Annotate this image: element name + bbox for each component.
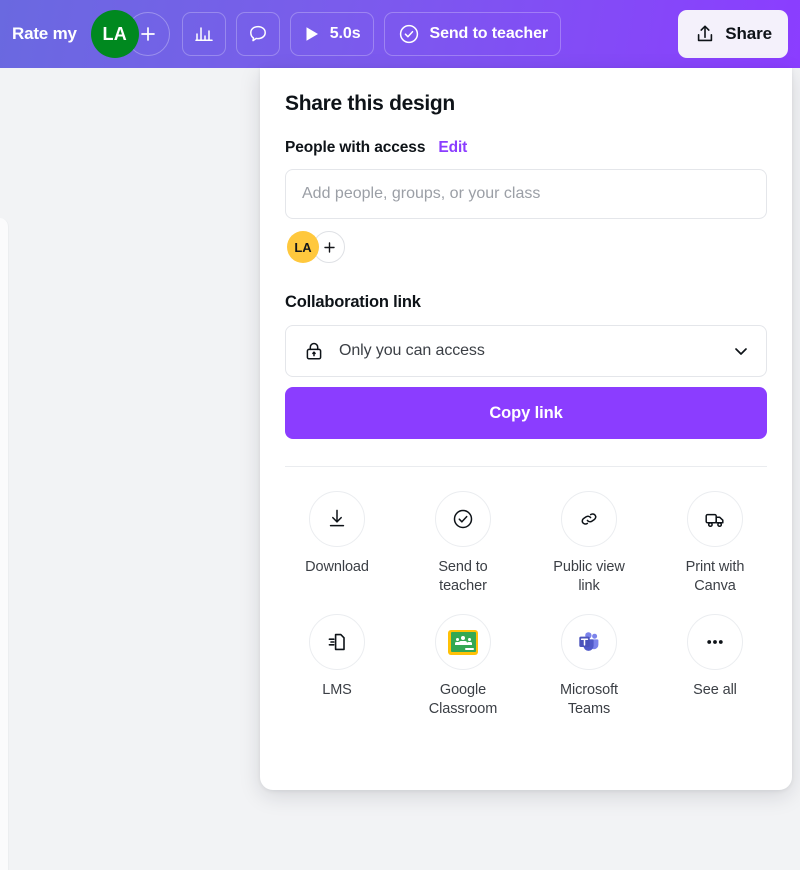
action-icon-circle: [309, 614, 365, 671]
action-icon-circle: [561, 614, 617, 671]
action-icon-circle: [687, 614, 743, 671]
action-icon-circle: [435, 491, 491, 547]
stats-button[interactable]: [181, 12, 226, 56]
microsoft-teams-icon: [579, 632, 599, 652]
share-dialog: Share this design People with access Edi…: [260, 68, 792, 790]
action-download[interactable]: Download: [274, 491, 400, 596]
edit-access-link[interactable]: Edit: [438, 139, 467, 157]
google-classroom-icon: [448, 629, 478, 655]
access-level-dropdown[interactable]: Only you can access: [285, 325, 767, 377]
plus-icon: [323, 241, 335, 253]
share-button-label: Share: [725, 24, 772, 43]
action-google-classroom[interactable]: Google Classroom: [400, 614, 526, 719]
send-to-teacher-label: Send to teacher: [429, 25, 549, 42]
share-actions-grid: Download Send to teacher Public view lin…: [260, 467, 792, 720]
design-title[interactable]: Rate my: [10, 24, 77, 44]
action-public-view-link[interactable]: Public view link: [526, 491, 652, 596]
action-label: Public view link: [553, 559, 625, 595]
top-toolbar: Rate my LA 5.0s Send to teacher Share: [0, 0, 800, 68]
download-icon: [329, 509, 345, 527]
action-label: Send to teacher: [438, 559, 488, 595]
comments-button[interactable]: [235, 12, 280, 56]
people-with-access-header: People with access Edit: [285, 139, 767, 157]
action-send-to-teacher[interactable]: Send to teacher: [400, 491, 526, 596]
check-circle-icon: [453, 509, 473, 529]
action-label: Microsoft Teams: [560, 682, 618, 718]
action-icon-circle: [309, 491, 365, 547]
add-people-input[interactable]: [285, 169, 767, 219]
action-microsoft-teams[interactable]: Microsoft Teams: [526, 614, 652, 719]
action-lms[interactable]: LMS: [274, 614, 400, 719]
people-with-access-avatars: LA: [285, 231, 767, 263]
link-chain-icon: [581, 513, 597, 525]
send-to-teacher-button[interactable]: Send to teacher: [383, 12, 562, 56]
action-icon-circle: [561, 491, 617, 547]
action-icon-circle: [435, 614, 491, 671]
people-with-access-label: People with access: [285, 139, 426, 156]
check-circle-icon: [399, 24, 418, 44]
collaboration-link-label: Collaboration link: [285, 293, 421, 311]
action-icon-circle: [687, 491, 743, 547]
dialog-title: Share this design: [285, 92, 455, 115]
share-dialog-body: Share this design People with access Edi…: [260, 68, 792, 467]
document-send-icon: [328, 634, 345, 651]
delivery-truck-icon: [704, 513, 724, 527]
chevron-down-icon: [735, 348, 747, 355]
share-upload-icon: [698, 25, 713, 42]
avatar[interactable]: LA: [90, 10, 139, 58]
collaborator-avatars: LA: [90, 10, 170, 58]
action-label: Download: [305, 559, 369, 575]
action-label: LMS: [322, 682, 352, 699]
left-panel-edge: [0, 218, 9, 870]
access-level-value: Only you can access: [339, 342, 485, 359]
share-button[interactable]: Share: [678, 10, 788, 58]
action-label: See all: [693, 682, 737, 699]
copy-link-button[interactable]: Copy link: [285, 387, 767, 439]
plus-icon: [140, 27, 155, 41]
action-print-with-canva[interactable]: Print with Canva: [652, 491, 778, 596]
play-preview-button[interactable]: 5.0s: [289, 12, 374, 56]
action-label: Print with Canva: [685, 559, 745, 595]
action-label: Google Classroom: [428, 682, 498, 718]
google-classroom-board: [450, 632, 476, 653]
ellipsis-icon: [707, 640, 723, 645]
lock-icon: [306, 342, 322, 360]
comment-bubble-icon: [249, 25, 266, 42]
bar-chart-icon: [195, 27, 213, 41]
action-see-all[interactable]: See all: [652, 614, 778, 719]
play-duration-label: 5.0s: [329, 25, 361, 42]
access-avatar[interactable]: LA: [287, 231, 319, 263]
play-icon: [306, 27, 318, 41]
